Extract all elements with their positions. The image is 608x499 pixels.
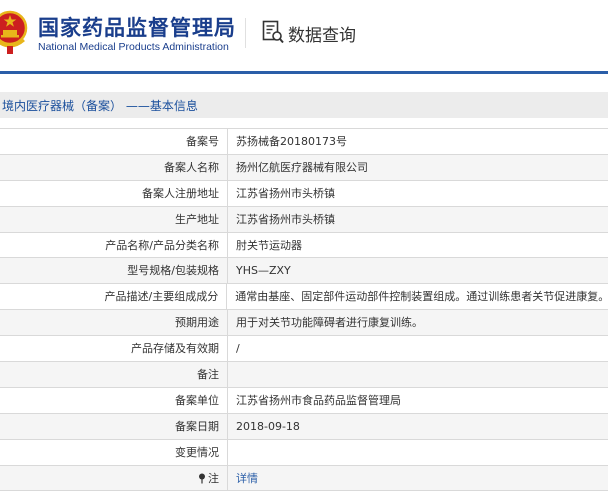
document-search-icon xyxy=(262,20,284,44)
brand-name-en: National Medical Products Administration xyxy=(38,41,229,53)
field-label: 产品描述/主要组成成分 xyxy=(0,284,228,310)
table-row: 变更情况 xyxy=(0,439,608,466)
field-value: 2018-09-18 xyxy=(236,419,300,433)
field-label: 注 xyxy=(208,471,219,485)
field-value xyxy=(228,362,236,387)
table-row: 产品名称/产品分类名称 肘关节运动器 xyxy=(0,232,608,259)
section-title: 境内医疗器械（备案） ——基本信息 xyxy=(2,99,198,113)
field-value: 苏扬械备20180173号 xyxy=(236,135,347,148)
site-header: 国家药品监督管理局 National Medical Products Admi… xyxy=(0,0,608,70)
table-row: 型号规格/包装规格 YHS—ZXY xyxy=(0,258,608,285)
national-emblem-icon xyxy=(0,10,28,54)
table-row: 备案人名称 扬州亿航医疗器械有限公司 xyxy=(0,154,608,181)
details-link[interactable]: 详情 xyxy=(228,466,258,491)
field-value: 肘关节运动器 xyxy=(236,238,302,252)
field-value: 江苏省扬州市食品药品监督管理局 xyxy=(236,393,401,407)
detail-table: 备案号 苏扬械备20180173号 备案人名称 扬州亿航医疗器械有限公司 备案人… xyxy=(0,128,608,492)
table-row: 备案日期 2018-09-18 xyxy=(0,413,608,440)
field-value: 通常由基座、固定部件运动部件控制装置组成。通过训练患者关节促进康复。 xyxy=(235,290,608,304)
field-value: 用于对关节功能障碍者进行康复训练。 xyxy=(236,316,423,330)
note-label-cell: 注 xyxy=(0,465,228,491)
field-value: 江苏省扬州市头桥镇 xyxy=(236,186,335,200)
pin-icon xyxy=(199,473,205,484)
field-label: 产品名称/产品分类名称 xyxy=(0,232,228,258)
field-label: 型号规格/包装规格 xyxy=(0,258,228,284)
field-label: 变更情况 xyxy=(0,439,228,465)
table-row: 产品描述/主要组成成分 通常由基座、固定部件运动部件控制装置组成。通过训练患者关… xyxy=(0,284,608,311)
field-value: 扬州亿航医疗器械有限公司 xyxy=(236,160,368,174)
field-value: YHS—ZXY xyxy=(236,264,291,278)
field-label: 备案号 xyxy=(0,129,228,154)
field-value: / xyxy=(236,342,240,356)
note-label-wrap: 注 xyxy=(198,466,219,491)
field-label: 预期用途 xyxy=(0,310,228,336)
table-row: 备案单位 江苏省扬州市食品药品监督管理局 xyxy=(0,387,608,414)
field-value: 江苏省扬州市头桥镇 xyxy=(236,212,335,226)
field-label: 备案日期 xyxy=(0,413,228,439)
field-label: 备注 xyxy=(0,362,228,387)
table-row: 注 详情 xyxy=(0,465,608,492)
page-title: 数据查询 xyxy=(288,26,356,46)
table-row: 生产地址 江苏省扬州市头桥镇 xyxy=(0,206,608,233)
table-row: 备案人注册地址 江苏省扬州市头桥镇 xyxy=(0,180,608,207)
table-row: 预期用途 用于对关节功能障碍者进行康复训练。 xyxy=(0,310,608,337)
table-row: 备案号 苏扬械备20180173号 xyxy=(0,129,608,155)
field-value xyxy=(228,440,236,465)
brand-name-cn: 国家药品监督管理局 xyxy=(38,16,236,40)
field-label: 产品存储及有效期 xyxy=(0,336,228,362)
field-label: 备案人注册地址 xyxy=(0,180,228,206)
field-label: 备案人名称 xyxy=(0,154,228,180)
header-divider xyxy=(245,18,246,48)
table-row: 产品存储及有效期 / xyxy=(0,336,608,363)
table-row: 备注 xyxy=(0,362,608,388)
field-label: 备案单位 xyxy=(0,387,228,413)
field-label: 生产地址 xyxy=(0,206,228,232)
header-rule xyxy=(0,71,608,74)
